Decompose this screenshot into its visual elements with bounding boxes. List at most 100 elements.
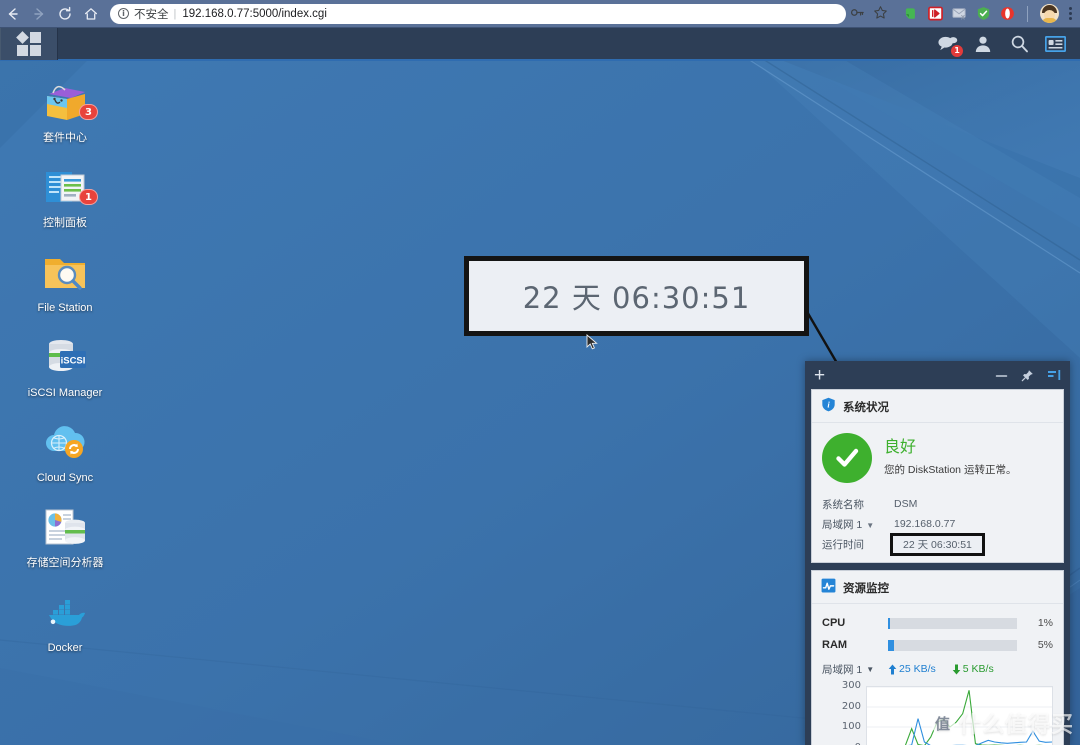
desktop-icon-label: 套件中心: [43, 132, 87, 144]
uptime-callout-box: 22 天 06:30:51: [464, 256, 809, 336]
storage-analyzer-icon: [41, 503, 89, 551]
system-status-header: i 系统状况: [812, 390, 1063, 423]
row-key: 系统名称: [822, 498, 864, 511]
file-station-icon: [41, 248, 89, 296]
control-panel-badge: 1: [79, 189, 98, 205]
uptime-value-highlight: 22 天 06:30:51: [890, 532, 985, 556]
url-text: 192.168.0.77:5000/index.cgi: [182, 7, 327, 20]
desktop-icon-cloud-sync[interactable]: Cloud Sync: [20, 418, 110, 485]
resource-monitor-widget: 资源监控 CPU 1% RAM 5% 局域网 1 ▼ 25 KB/s 5 KB/…: [811, 570, 1064, 745]
site-info-icon[interactable]: i: [118, 8, 129, 19]
browser-toolbar: i 不安全 | 192.168.0.77:5000/index.cgi X: [0, 0, 1080, 28]
chart-y-axis: 3002001000: [822, 680, 866, 745]
minimize-icon[interactable]: [995, 369, 1008, 382]
cloud-sync-icon: [41, 418, 89, 466]
chrome-menu-icon[interactable]: [1067, 7, 1080, 20]
row-value: 192.168.0.77: [894, 518, 956, 530]
desktop-icon-control-panel[interactable]: 1 控制面板: [20, 163, 110, 230]
system-status-description: 您的 DiskStation 运转正常。: [884, 464, 1017, 476]
chart-y-tick: 200: [841, 700, 861, 712]
pin-icon[interactable]: [1021, 369, 1034, 382]
chevron-down-icon[interactable]: ▼: [866, 521, 874, 530]
idm-extension-icon[interactable]: [928, 6, 943, 21]
ram-usage-bar: [888, 639, 1017, 651]
desktop-icon-docker[interactable]: Docker: [20, 588, 110, 655]
address-bar[interactable]: i 不安全 | 192.168.0.77:5000/index.cgi: [110, 3, 846, 24]
cpu-usage-row: CPU 1%: [822, 613, 1053, 633]
desktop-icon-iscsi-manager[interactable]: iSCSI iSCSI Manager: [20, 333, 110, 400]
opera-vpn-extension-icon[interactable]: [1000, 6, 1015, 21]
omnibox-actions: [850, 5, 898, 23]
toolbar-divider: [1027, 5, 1028, 22]
download-arrow-icon: [952, 664, 961, 674]
desktop-icon-label: 控制面板: [43, 217, 87, 229]
desktop-icon-label: 存储空间分析器: [26, 557, 104, 569]
info-badge-icon: i: [821, 397, 836, 417]
desktop-icon-label: iSCSI Manager: [27, 387, 103, 399]
chart-series-download: [867, 719, 1052, 745]
iscsi-manager-icon: iSCSI: [41, 333, 89, 381]
omnibox-separator: |: [173, 7, 177, 20]
mouse-cursor-icon: [586, 334, 598, 350]
row-key: 运行时间: [822, 538, 864, 551]
chevron-down-icon[interactable]: ▼: [866, 665, 874, 674]
desktop-icon-label: Docker: [47, 642, 83, 654]
upload-arrow-icon: [888, 664, 897, 674]
chart-plot-area: [866, 686, 1053, 745]
chart-y-tick: 300: [841, 679, 861, 691]
forward-arrow-icon[interactable]: [26, 1, 52, 27]
desktop-icon-grid: 3 套件中心 1 控制面板 File Station iSCSI iSCSI M…: [20, 78, 110, 673]
ram-label: RAM: [822, 639, 848, 651]
system-status-widget: i 系统状况 良好 您的 DiskStation 运转正常。 系统名称 DSM …: [811, 389, 1064, 563]
network-traffic-row: 局域网 1 ▼ 25 KB/s 5 KB/s: [822, 658, 1053, 680]
resource-monitor-body: CPU 1% RAM 5% 局域网 1 ▼ 25 KB/s 5 KB/s 300…: [812, 604, 1063, 745]
desktop-icon-storage-analyzer[interactable]: 存储空间分析器: [20, 503, 110, 570]
chart-y-tick: 100: [841, 721, 861, 733]
add-widget-button[interactable]: +: [814, 366, 825, 385]
system-status-label: 良好: [884, 439, 917, 456]
row-value: DSM: [894, 498, 918, 510]
desktop-icon-file-station[interactable]: File Station: [20, 248, 110, 315]
network-traffic-chart: 3002001000: [822, 680, 1053, 745]
main-menu-grid-icon[interactable]: [0, 28, 58, 60]
notification-badge: 1: [951, 44, 963, 57]
back-arrow-icon[interactable]: [0, 1, 26, 27]
profile-avatar-icon[interactable]: [1040, 4, 1059, 23]
search-icon[interactable]: [1008, 33, 1030, 55]
system-status-rows: 系统名称 DSM 局域网 1 ▼ 192.168.0.77 运行时间 22 天 0…: [822, 494, 1053, 556]
download-rate-value: 5 KB/s: [962, 663, 994, 675]
cpu-label: CPU: [822, 617, 846, 629]
dsm-desktop: 1 3 套件中心 1 控制面板 File Station iSCSI iSCSI…: [0, 28, 1080, 745]
user-account-icon[interactable]: [972, 33, 994, 55]
desktop-icon-label: File Station: [37, 302, 93, 314]
desktop-icon-package-center[interactable]: 3 套件中心: [20, 78, 110, 145]
network-interface-selector[interactable]: 局域网 1 ▼: [822, 662, 888, 677]
mail-extension-icon[interactable]: X: [952, 6, 967, 21]
download-rate: 5 KB/s: [952, 663, 994, 675]
dsm-widget-panel: + i 系统状况 良好 您的 DiskStation 运转正常。 系统名称 DS…: [805, 361, 1070, 745]
row-key: 局域网 1 ▼: [822, 518, 875, 531]
resource-monitor-header: 资源监控: [812, 571, 1063, 604]
collapse-panel-icon[interactable]: [1047, 369, 1061, 382]
system-info-row[interactable]: 局域网 1 ▼ 192.168.0.77: [822, 514, 1053, 534]
svg-text:X: X: [961, 15, 965, 21]
chart-series-upload: [867, 690, 1052, 745]
desktop-icon-label: Cloud Sync: [36, 472, 94, 484]
evernote-extension-icon[interactable]: [904, 6, 919, 21]
svg-text:iSCSI: iSCSI: [61, 356, 86, 367]
home-icon[interactable]: [78, 1, 104, 27]
password-key-icon[interactable]: [850, 5, 865, 23]
upload-rate-value: 25 KB/s: [899, 663, 936, 675]
resource-monitor-title: 资源监控: [843, 583, 889, 595]
notifications-icon[interactable]: 1: [936, 33, 963, 57]
reload-icon[interactable]: [52, 1, 78, 27]
upload-rate: 25 KB/s: [888, 663, 936, 675]
dsm-taskbar: 1: [0, 28, 1080, 61]
cpu-value: 1%: [1037, 617, 1053, 629]
uptime-callout-text: 22 天 06:30:51: [522, 281, 751, 315]
widgets-panel-icon[interactable]: [1044, 33, 1066, 55]
docker-whale-icon: [41, 588, 89, 636]
adblock-shield-extension-icon[interactable]: [976, 6, 991, 21]
bookmark-star-icon[interactable]: [873, 5, 888, 23]
taskbar-tray: 1: [936, 28, 1080, 60]
